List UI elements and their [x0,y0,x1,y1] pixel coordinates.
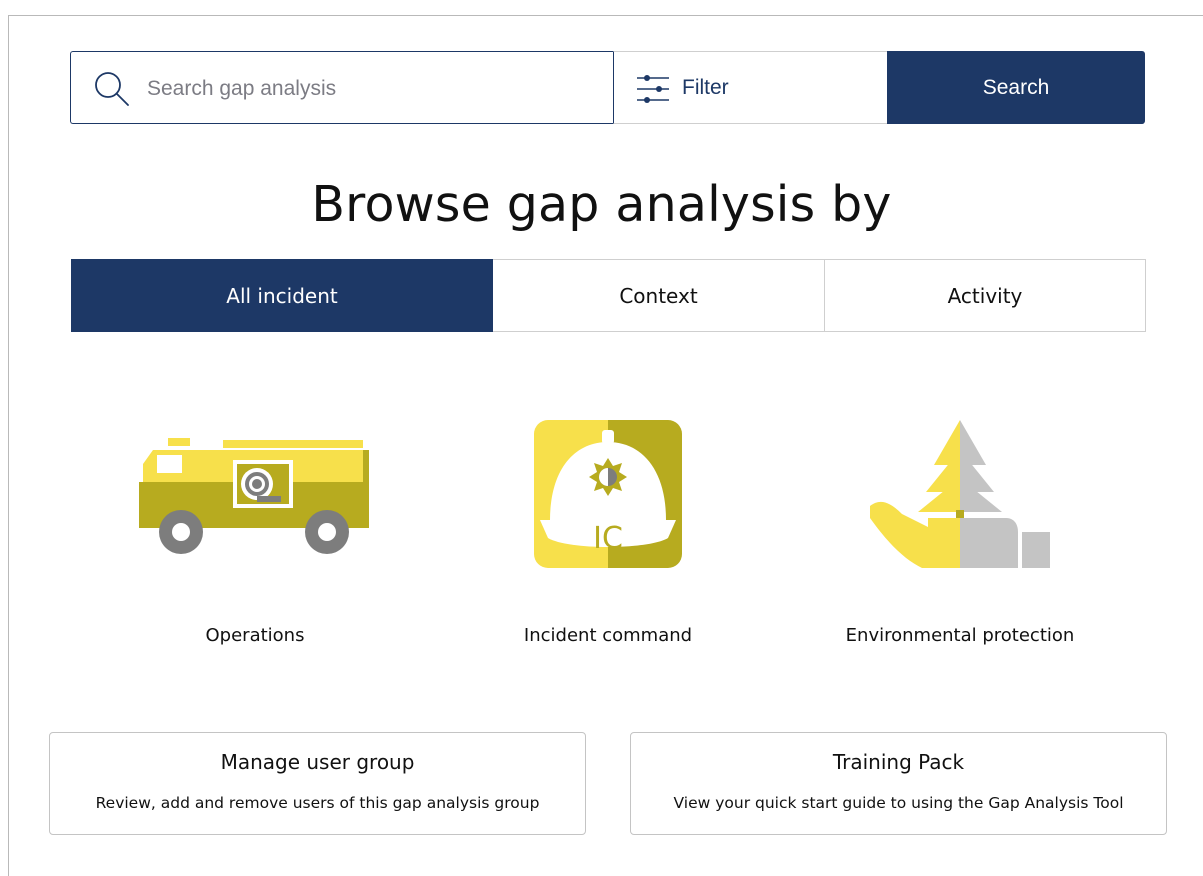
card-description: Review, add and remove users of this gap… [95,794,540,812]
tab-activity[interactable]: Activity [825,259,1146,332]
training-pack-card[interactable]: Training Pack View your quick start guid… [630,732,1167,835]
category-label: Environmental protection [845,625,1075,646]
search-input[interactable] [147,72,587,106]
search-button[interactable]: Search [887,51,1145,124]
category-label: Incident command [523,625,693,646]
category-environmental-protection[interactable]: Environmental protection [810,410,1110,650]
svg-text:IC: IC [593,521,623,556]
hand-tree-icon [870,420,1050,568]
fire-truck-icon [139,438,369,554]
card-description: View your quick start guide to using the… [673,794,1124,812]
tab-context[interactable]: Context [493,259,825,332]
card-title: Manage user group [220,750,415,774]
page-heading: Browse gap analysis by [311,176,892,233]
tab-all-incident[interactable]: All incident [71,259,493,332]
manage-user-group-card[interactable]: Manage user group Review, add and remove… [49,732,586,835]
filter-label: Filter [682,76,729,99]
card-title: Training Pack [832,750,965,774]
category-incident-command[interactable]: IC Incident command [458,410,758,650]
category-operations[interactable]: Operations [105,410,405,650]
search-icon [95,72,129,106]
browse-tabs: All incident Context Activity [71,259,1146,332]
incident-command-helmet-icon: IC [534,420,682,568]
search-field[interactable] [70,51,614,124]
filter-sliders-icon [637,75,669,103]
category-label: Operations [205,625,305,646]
filter-button[interactable]: Filter [613,51,887,124]
